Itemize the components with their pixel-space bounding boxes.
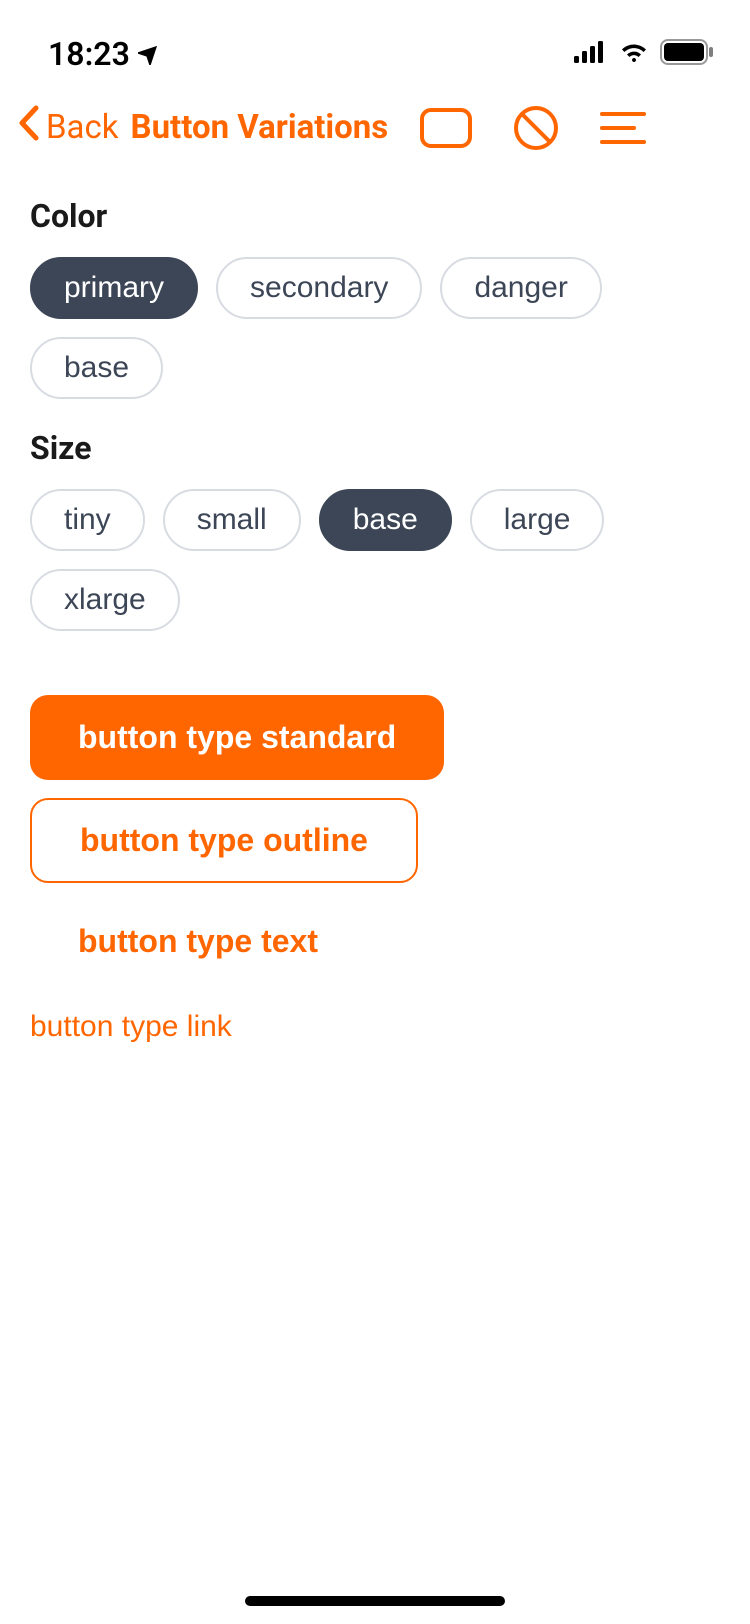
- color-option-primary[interactable]: primary: [30, 257, 198, 319]
- signal-icon: [574, 41, 608, 67]
- button-type-link[interactable]: button type link: [30, 1000, 232, 1054]
- button-type-text[interactable]: button type text: [30, 901, 366, 982]
- status-time: 18:23: [48, 35, 130, 73]
- wifi-icon: [618, 41, 650, 67]
- size-option-xlarge[interactable]: xlarge: [30, 569, 180, 631]
- status-bar: 18:23: [0, 0, 750, 90]
- status-time-group: 18:23: [48, 35, 162, 73]
- status-right: [574, 39, 714, 69]
- button-type-outline[interactable]: button type outline: [30, 798, 418, 883]
- size-options: tiny small base large xlarge: [30, 489, 720, 631]
- back-button[interactable]: Back: [16, 104, 119, 151]
- color-option-danger[interactable]: danger: [440, 257, 601, 319]
- size-option-large[interactable]: large: [470, 489, 605, 551]
- color-option-secondary[interactable]: secondary: [216, 257, 422, 319]
- button-type-standard[interactable]: button type standard: [30, 695, 444, 780]
- color-options: primary secondary danger base: [30, 257, 720, 399]
- rectangle-icon[interactable]: [420, 108, 472, 148]
- battery-icon: [660, 39, 714, 69]
- back-label: Back: [46, 108, 119, 147]
- size-option-small[interactable]: small: [163, 489, 301, 551]
- content: Color primary secondary danger base Size…: [0, 171, 750, 1080]
- nav-actions: [420, 106, 646, 150]
- color-section-label: Color: [30, 197, 720, 235]
- prohibit-icon[interactable]: [514, 106, 558, 150]
- menu-icon[interactable]: [600, 110, 646, 146]
- color-option-base[interactable]: base: [30, 337, 163, 399]
- location-icon: [138, 35, 162, 73]
- home-indicator[interactable]: [245, 1596, 505, 1606]
- navigation-bar: Back Button Variations: [0, 90, 750, 171]
- demo-buttons: button type standard button type outline…: [30, 695, 720, 1054]
- size-option-base[interactable]: base: [319, 489, 452, 551]
- chevron-left-icon: [16, 104, 40, 151]
- size-option-tiny[interactable]: tiny: [30, 489, 145, 551]
- size-section-label: Size: [30, 429, 720, 467]
- page-title: Button Variations: [131, 108, 389, 147]
